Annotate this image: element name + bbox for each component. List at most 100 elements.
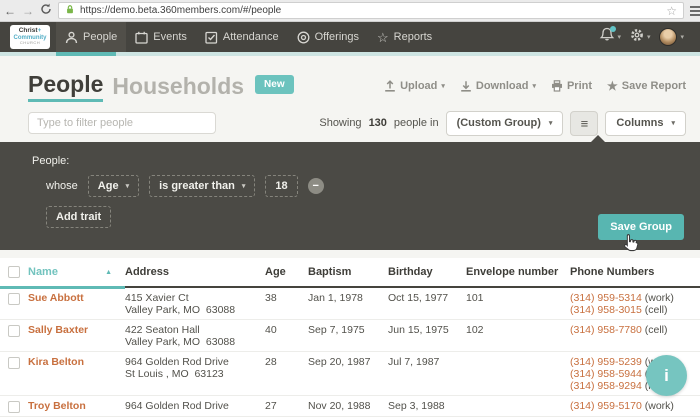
- logo-line3: CHURCH: [10, 41, 50, 45]
- columns-label: Columns: [616, 117, 663, 129]
- save-report-button[interactable]: ★ Save Report: [607, 80, 686, 92]
- bookmark-star-icon[interactable]: ☆: [666, 5, 677, 17]
- avatar-caret-icon[interactable]: ▾: [680, 33, 684, 41]
- nav-item-offerings[interactable]: Offerings: [288, 22, 368, 52]
- phone-number-link[interactable]: (314) 958-5944: [570, 368, 642, 380]
- navbar-right: ▾ ▾ ▾: [600, 22, 700, 52]
- upload-button[interactable]: Upload ▾: [384, 80, 445, 92]
- columns-dropdown[interactable]: Columns ▾: [605, 111, 686, 136]
- notifications-bell-icon[interactable]: [600, 27, 614, 47]
- url-text: https://demo.beta.360members.com/#/peopl…: [80, 5, 281, 16]
- browser-menu-icon[interactable]: [690, 6, 700, 16]
- birthday-cell: Sep 3, 1988: [388, 400, 466, 412]
- birthday-cell: Jul 7, 1987: [388, 356, 466, 368]
- row-checkbox[interactable]: [8, 401, 20, 413]
- address-cell: 964 Golden Rod Drive: [125, 400, 265, 412]
- active-tab-underline: [56, 52, 116, 56]
- column-header-envelope[interactable]: Envelope number: [466, 266, 570, 278]
- nav-label-people: People: [83, 31, 117, 43]
- save-report-star-icon: ★: [607, 80, 618, 92]
- trait-filter-row: whose Age ▾ is greater than ▾ 18 −: [46, 175, 324, 197]
- person-name-link[interactable]: Troy Belton: [28, 400, 125, 412]
- nav-label-offerings: Offerings: [315, 31, 359, 43]
- showing-prefix: Showing: [319, 117, 361, 129]
- nav-item-attendance[interactable]: Attendance: [196, 22, 288, 52]
- phone-number-link[interactable]: (314) 958-3015: [570, 304, 642, 316]
- nav-label-events: Events: [153, 31, 187, 43]
- people-table: Name ▲ Address Age Baptism Birthday Enve…: [0, 258, 700, 417]
- upload-label: Upload: [400, 80, 437, 92]
- birthday-cell: Jun 15, 1975: [388, 324, 466, 336]
- group-caret-icon: ▾: [549, 119, 553, 127]
- phone-number-link[interactable]: (314) 958-9294: [570, 380, 642, 392]
- column-header-phones[interactable]: Phone Numbers: [570, 266, 700, 278]
- age-cell: 40: [265, 324, 308, 336]
- new-badge-button[interactable]: New: [255, 75, 294, 94]
- column-header-address[interactable]: Address: [125, 266, 265, 278]
- column-header-name[interactable]: Name ▲: [28, 266, 125, 278]
- columns-caret-icon: ▾: [671, 119, 675, 127]
- address-line1: 415 Xavier Ct: [125, 292, 189, 304]
- phone-number-link[interactable]: (314) 958-7780: [570, 324, 642, 336]
- coin-icon: [297, 31, 310, 44]
- operator-select-value: is greater than: [159, 180, 235, 192]
- nav-item-reports[interactable]: ☆ Reports: [368, 22, 441, 52]
- birthday-cell: Oct 15, 1977: [388, 292, 466, 304]
- page-header: People Households New Upload ▾ Download …: [0, 56, 700, 100]
- column-header-birthday[interactable]: Birthday: [388, 266, 466, 278]
- save-report-label: Save Report: [622, 80, 686, 92]
- print-button[interactable]: Print: [551, 80, 592, 92]
- group-select-dropdown[interactable]: (Custom Group) ▾: [446, 111, 564, 136]
- row-checkbox[interactable]: [8, 293, 20, 305]
- download-button[interactable]: Download ▾: [460, 80, 536, 92]
- user-avatar[interactable]: [659, 28, 677, 46]
- tab-households-title[interactable]: Households: [112, 73, 244, 100]
- nav-item-events[interactable]: Events: [126, 22, 196, 52]
- address-line2: St Louis , MO 63123: [125, 368, 224, 380]
- nav-item-people[interactable]: People: [56, 22, 126, 52]
- address-bar[interactable]: https://demo.beta.360members.com/#/peopl…: [58, 2, 684, 19]
- phones-cell: (314) 959-5170 (work): [570, 400, 700, 412]
- save-group-button[interactable]: Save Group: [598, 214, 684, 240]
- person-name-link[interactable]: Sue Abbott: [28, 292, 125, 304]
- table-row: Sally Baxter 422 Seaton HallValley Park,…: [0, 320, 700, 352]
- browser-back-button[interactable]: ←: [4, 5, 16, 17]
- phone-number-link[interactable]: (314) 959-5314: [570, 292, 642, 304]
- calendar-icon: [135, 31, 148, 44]
- remove-trait-button[interactable]: −: [308, 178, 324, 194]
- browser-forward-button[interactable]: →: [22, 5, 34, 17]
- settings-gear-icon[interactable]: [630, 28, 644, 47]
- address-line2: Valley Park, MO 63088: [125, 304, 235, 316]
- row-checkbox[interactable]: [8, 357, 20, 369]
- tab-people-title[interactable]: People: [28, 71, 103, 102]
- address-line1: 422 Seaton Hall: [125, 324, 200, 336]
- filter-people-input[interactable]: [28, 112, 216, 134]
- add-trait-button[interactable]: Add trait: [46, 206, 111, 228]
- phones-cell: (314) 958-7780 (cell): [570, 324, 700, 336]
- star-icon: ☆: [377, 31, 389, 44]
- trait-value-input[interactable]: 18: [265, 175, 297, 197]
- person-name-link[interactable]: Kira Belton: [28, 356, 125, 368]
- column-header-baptism[interactable]: Baptism: [308, 266, 388, 278]
- bell-caret-icon[interactable]: ▾: [617, 33, 621, 41]
- gear-caret-icon[interactable]: ▾: [647, 33, 651, 41]
- select-all-checkbox[interactable]: [8, 266, 20, 278]
- row-checkbox[interactable]: [8, 325, 20, 337]
- person-name-link[interactable]: Sally Baxter: [28, 324, 125, 336]
- info-fab-button[interactable]: i: [646, 355, 687, 396]
- trait-select[interactable]: Age ▾: [88, 175, 139, 197]
- browser-chrome: ← → https://demo.beta.360members.com/#/p…: [0, 0, 700, 22]
- phone-type: (cell): [645, 324, 668, 336]
- download-caret-icon: ▾: [532, 82, 536, 90]
- nav-underline-strip: [0, 52, 700, 56]
- phone-type: (work): [645, 292, 674, 304]
- church-logo[interactable]: Christ+ Community CHURCH: [10, 25, 50, 49]
- browser-reload-button[interactable]: [40, 2, 52, 20]
- phone-number-link[interactable]: (314) 959-5239: [570, 356, 642, 368]
- group-select-value: (Custom Group): [457, 117, 541, 129]
- phone-number-link[interactable]: (314) 959-5170: [570, 400, 642, 412]
- group-filter-toggle-button[interactable]: ≡: [570, 111, 598, 136]
- operator-select[interactable]: is greater than ▾: [149, 175, 255, 197]
- column-header-age[interactable]: Age: [265, 266, 308, 278]
- age-cell: 28: [265, 356, 308, 368]
